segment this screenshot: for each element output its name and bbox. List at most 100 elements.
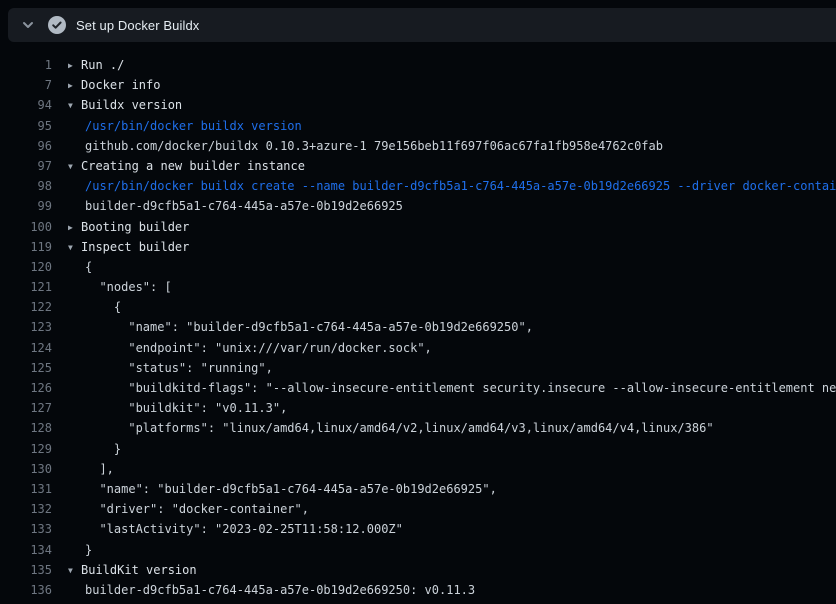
log-line: 129 } <box>0 439 836 459</box>
log-line: 136 builder-d9cfb5a1-c764-445a-a57e-0b19d… <box>0 580 836 600</box>
step-title: Set up Docker Buildx <box>76 18 199 33</box>
triangle-down-icon: ▼ <box>68 157 81 176</box>
log-line-content: "name": "builder-d9cfb5a1-c764-445a-a57e… <box>52 479 836 499</box>
check-circle-icon <box>48 16 66 34</box>
line-number[interactable]: 125 <box>0 358 52 378</box>
log-group-header[interactable]: ▶Run ./ <box>52 55 836 75</box>
log-line: 123 "name": "builder-d9cfb5a1-c764-445a-… <box>0 317 836 337</box>
log-line-content: } <box>52 540 836 560</box>
line-number[interactable]: 126 <box>0 378 52 398</box>
log-line: 124 "endpoint": "unix:///var/run/docker.… <box>0 338 836 358</box>
log-line: 133 "lastActivity": "2023-02-25T11:58:12… <box>0 519 836 539</box>
log-line: 94▼Buildx version <box>0 95 836 115</box>
log-line-content: ], <box>52 459 836 479</box>
log-line: 135▼BuildKit version <box>0 560 836 580</box>
log-group-header[interactable]: ▶Booting builder <box>52 217 836 237</box>
log-text: { <box>68 300 121 314</box>
line-number[interactable]: 1 <box>0 55 52 75</box>
line-number[interactable]: 100 <box>0 217 52 237</box>
log-text: "name": "builder-d9cfb5a1-c764-445a-a57e… <box>68 482 497 496</box>
log-line-content: /usr/bin/docker buildx create --name bui… <box>52 176 836 196</box>
log-text: "nodes": [ <box>68 280 172 294</box>
log-line-content: "endpoint": "unix:///var/run/docker.sock… <box>52 338 836 358</box>
log-line-content: /usr/bin/docker buildx version <box>52 116 836 136</box>
group-title: Booting builder <box>81 220 189 234</box>
triangle-down-icon: ▼ <box>68 561 81 580</box>
log-line: 125 "status": "running", <box>0 358 836 378</box>
line-number[interactable]: 122 <box>0 297 52 317</box>
line-number[interactable]: 132 <box>0 499 52 519</box>
line-number[interactable]: 121 <box>0 277 52 297</box>
line-number[interactable]: 128 <box>0 418 52 438</box>
log-line-content: github.com/docker/buildx 0.10.3+azure-1 … <box>52 136 836 156</box>
line-number[interactable]: 95 <box>0 116 52 136</box>
line-number[interactable]: 133 <box>0 519 52 539</box>
log-line-content: { <box>52 297 836 317</box>
line-number[interactable]: 94 <box>0 95 52 115</box>
chevron-down-icon <box>20 17 36 33</box>
log-text: "status": "running", <box>68 361 273 375</box>
log-line-content: { <box>52 257 836 277</box>
log-group-header[interactable]: ▶Docker info <box>52 75 836 95</box>
log-line: 99 builder-d9cfb5a1-c764-445a-a57e-0b19d2… <box>0 196 836 216</box>
line-number[interactable]: 119 <box>0 237 52 257</box>
step-status-badge <box>48 16 66 34</box>
log-group-header[interactable]: ▼Creating a new builder instance <box>52 156 836 176</box>
collapse-step-button[interactable] <box>20 17 36 33</box>
line-number[interactable]: 7 <box>0 75 52 95</box>
log-line: 95/usr/bin/docker buildx version <box>0 116 836 136</box>
log-text: "buildkitd-flags": "--allow-insecure-ent… <box>68 381 836 395</box>
log-line-content: "driver": "docker-container", <box>52 499 836 519</box>
triangle-right-icon: ▶ <box>68 56 81 75</box>
log-line-content: "lastActivity": "2023-02-25T11:58:12.000… <box>52 519 836 539</box>
log-text: builder-d9cfb5a1-c764-445a-a57e-0b19d2e6… <box>68 199 403 213</box>
group-title: Creating a new builder instance <box>81 159 305 173</box>
triangle-down-icon: ▼ <box>68 238 81 257</box>
log-line: 127 "buildkit": "v0.11.3", <box>0 398 836 418</box>
line-number[interactable]: 96 <box>0 136 52 156</box>
log-text: "platforms": "linux/amd64,linux/amd64/v2… <box>68 421 714 435</box>
log-text: ], <box>68 462 114 476</box>
line-number[interactable]: 131 <box>0 479 52 499</box>
line-number[interactable]: 134 <box>0 540 52 560</box>
log-text: } <box>68 442 121 456</box>
group-title: Docker info <box>81 78 160 92</box>
line-number[interactable]: 129 <box>0 439 52 459</box>
log-line: 100▶Booting builder <box>0 217 836 237</box>
log-line-content: "buildkitd-flags": "--allow-insecure-ent… <box>52 378 836 398</box>
log-text: github.com/docker/buildx 0.10.3+azure-1 … <box>68 139 663 153</box>
log-text: "buildkit": "v0.11.3", <box>68 401 287 415</box>
line-number[interactable]: 127 <box>0 398 52 418</box>
log-line: 120{ <box>0 257 836 277</box>
log-line-content: "nodes": [ <box>52 277 836 297</box>
line-number[interactable]: 97 <box>0 156 52 176</box>
line-number[interactable]: 120 <box>0 257 52 277</box>
group-title: Run ./ <box>81 58 124 72</box>
line-number[interactable]: 124 <box>0 338 52 358</box>
log-line-content: "buildkit": "v0.11.3", <box>52 398 836 418</box>
log-text: "endpoint": "unix:///var/run/docker.sock… <box>68 341 432 355</box>
line-number[interactable]: 98 <box>0 176 52 196</box>
step-header[interactable]: Set up Docker Buildx <box>8 8 836 42</box>
log-line-content: } <box>52 439 836 459</box>
log-line: 97▼Creating a new builder instance <box>0 156 836 176</box>
log-text: builder-d9cfb5a1-c764-445a-a57e-0b19d2e6… <box>68 583 475 597</box>
line-number[interactable]: 99 <box>0 196 52 216</box>
log-group-header[interactable]: ▼Buildx version <box>52 95 836 115</box>
line-number[interactable]: 130 <box>0 459 52 479</box>
log-group-header[interactable]: ▼BuildKit version <box>52 560 836 580</box>
command-text: /usr/bin/docker buildx create --name bui… <box>68 179 836 193</box>
log-line-content: builder-d9cfb5a1-c764-445a-a57e-0b19d2e6… <box>52 580 836 600</box>
log-line: 7▶Docker info <box>0 75 836 95</box>
line-number[interactable]: 135 <box>0 560 52 580</box>
line-number[interactable]: 123 <box>0 317 52 337</box>
log-text: "driver": "docker-container", <box>68 502 309 516</box>
log-line: 121 "nodes": [ <box>0 277 836 297</box>
log-line: 131 "name": "builder-d9cfb5a1-c764-445a-… <box>0 479 836 499</box>
log-line: 119▼Inspect builder <box>0 237 836 257</box>
log-text: "name": "builder-d9cfb5a1-c764-445a-a57e… <box>68 320 533 334</box>
log-group-header[interactable]: ▼Inspect builder <box>52 237 836 257</box>
log-line-content: "platforms": "linux/amd64,linux/amd64/v2… <box>52 418 836 438</box>
group-title: Buildx version <box>81 98 182 112</box>
line-number[interactable]: 136 <box>0 580 52 600</box>
